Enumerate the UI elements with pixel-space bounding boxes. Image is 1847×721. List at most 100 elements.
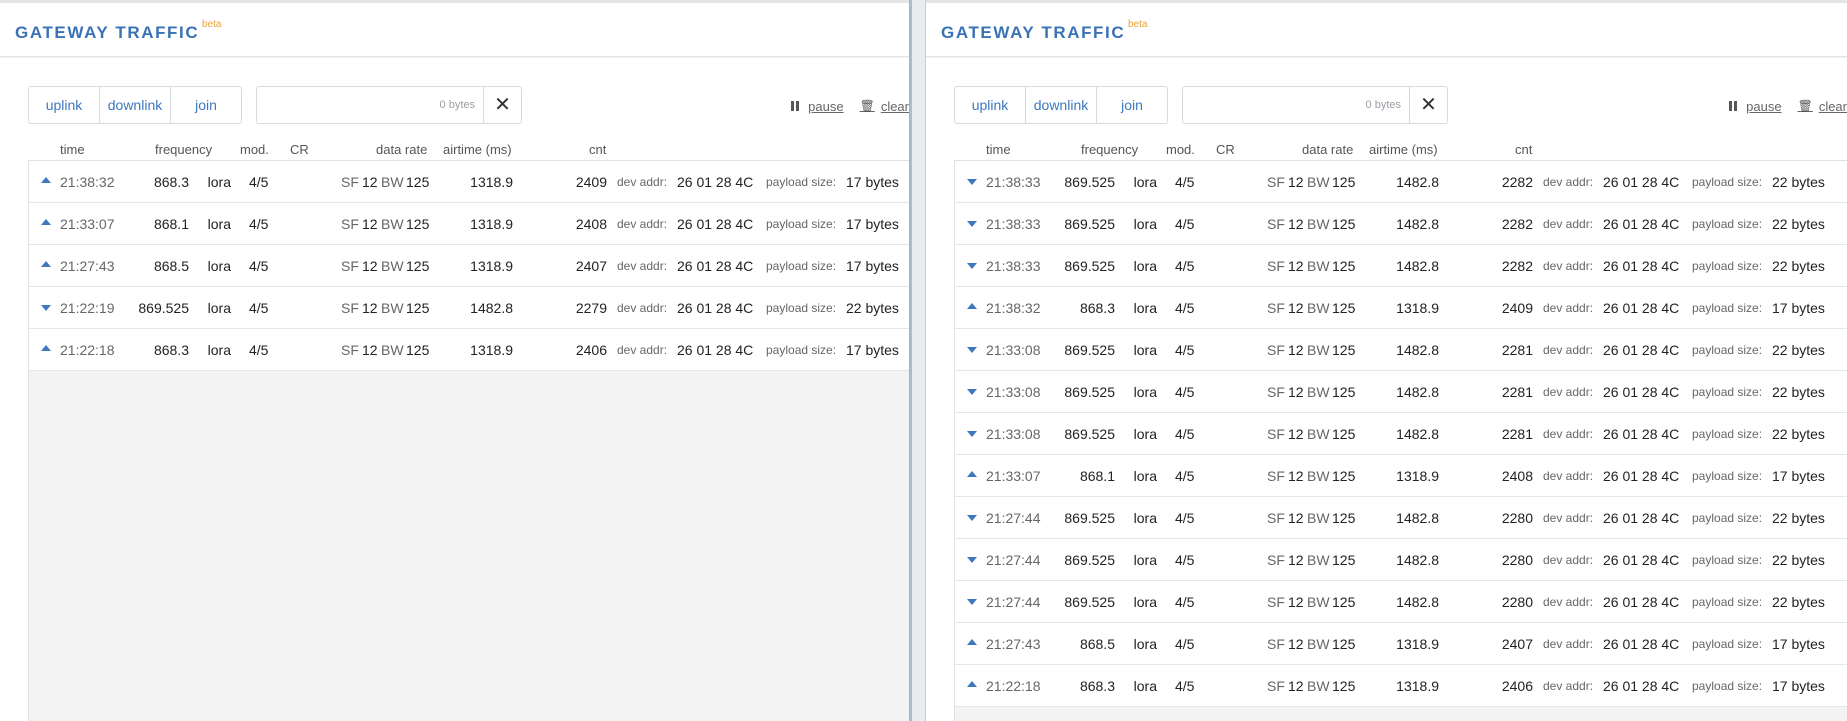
table-row[interactable]: 21:27:43 868.5 lora 4/5 SF 12 BW 125 1318.9 2407 d… xyxy=(955,623,1847,665)
row-payload: 22 bytes xyxy=(1772,216,1825,232)
row-devaddr-label: dev addr: xyxy=(617,343,668,357)
table-row[interactable]: 21:38:33 869.525 lora 4/5 SF 12 BW 125 1482.8 228… xyxy=(955,203,1847,245)
table-row[interactable]: 21:38:32 868.3 lora 4/5 SF 12 BW 125 1318.9 2409 d… xyxy=(955,287,1847,329)
downlink-arrow-icon xyxy=(967,263,977,269)
close-icon[interactable]: ✕ xyxy=(1409,87,1447,123)
row-airtime: 1318.9 xyxy=(1396,636,1439,652)
panel-header: GATEWAY TRAFFIC beta xyxy=(0,0,909,57)
row-payload-label: payload size: xyxy=(1692,595,1763,609)
row-sf-label: SF xyxy=(1267,216,1285,232)
col-frequency: frequency xyxy=(155,142,213,157)
row-mod: lora xyxy=(1133,510,1157,526)
row-payload: 22 bytes xyxy=(1772,342,1825,358)
row-cr: 4/5 xyxy=(1175,426,1195,442)
row-sf-label: SF xyxy=(1267,510,1285,526)
row-payload: 17 bytes xyxy=(846,342,899,358)
row-devaddr-label: dev addr: xyxy=(1543,217,1594,231)
row-sf-label: SF xyxy=(341,342,359,358)
close-icon[interactable]: ✕ xyxy=(483,87,521,123)
clear-button[interactable]: 🗑 clear xyxy=(860,99,909,114)
table-row[interactable]: 21:38:33 869.525 lora 4/5 SF 12 BW 125 1482.8 228… xyxy=(955,245,1847,287)
payload-filter-input[interactable] xyxy=(257,87,485,123)
join-filter-button[interactable]: join xyxy=(171,87,241,123)
row-payload: 22 bytes xyxy=(1772,258,1825,274)
table-row[interactable]: 21:27:44 869.525 lora 4/5 SF 12 BW 125 1482.8 228… xyxy=(955,581,1847,623)
clear-button[interactable]: 🗑 clear xyxy=(1798,99,1847,114)
table-row[interactable]: 21:22:18 868.3 lora 4/5 SF 12 BW 125 1318.9 2406 d… xyxy=(29,329,909,371)
row-cr: 4/5 xyxy=(249,258,269,274)
table-row[interactable]: 21:33:07 868.1 lora 4/5 SF 12 BW 125 1318.9 2408 d… xyxy=(955,455,1847,497)
row-airtime: 1318.9 xyxy=(1396,468,1439,484)
table-row[interactable]: 21:38:33 869.525 lora 4/5 SF 12 BW 125 1482.8 228… xyxy=(955,161,1847,203)
pause-button[interactable]: pause xyxy=(1729,99,1782,114)
row-bw: 125 xyxy=(1332,174,1356,190)
row-payload: 22 bytes xyxy=(846,300,899,316)
row-bw: 125 xyxy=(1332,594,1356,610)
uplink-filter-button[interactable]: uplink xyxy=(955,87,1026,123)
row-frequency: 869.525 xyxy=(1064,216,1115,232)
table-row[interactable]: 21:33:08 869.525 lora 4/5 SF 12 BW 125 1482.8 228… xyxy=(955,413,1847,455)
downlink-arrow-icon xyxy=(967,389,977,395)
join-filter-button[interactable]: join xyxy=(1097,87,1167,123)
row-frequency: 869.525 xyxy=(1064,426,1115,442)
row-airtime: 1318.9 xyxy=(470,174,513,190)
col-datarate: data rate xyxy=(376,142,428,157)
uplink-arrow-icon xyxy=(967,471,977,477)
row-frequency: 869.525 xyxy=(1064,258,1115,274)
row-bw-label: BW xyxy=(1307,384,1330,400)
table-row[interactable]: 21:22:19 869.525 lora 4/5 SF 12 BW 125 1482.8 227… xyxy=(29,287,909,329)
table-row[interactable]: 21:33:07 868.1 lora 4/5 SF 12 BW 125 1318.9 2408 d… xyxy=(29,203,909,245)
row-cnt: 2281 xyxy=(1501,342,1533,358)
downlink-filter-button[interactable]: downlink xyxy=(1026,87,1097,123)
row-cnt: 2406 xyxy=(575,342,607,358)
row-payload-label: payload size: xyxy=(1692,385,1763,399)
traffic-table: 21:38:33 869.525 lora 4/5 SF 12 BW 125 1482.8 228… xyxy=(954,160,1847,721)
panel-body: uplink downlink join ✕ pause 🗑 clear tim… xyxy=(926,58,1847,721)
row-mod: lora xyxy=(1133,174,1157,190)
row-payload-label: payload size: xyxy=(766,301,837,315)
row-mod: lora xyxy=(1133,216,1157,232)
row-airtime: 1482.8 xyxy=(470,300,513,316)
clear-label: clear xyxy=(1818,98,1847,114)
row-devaddr-label: dev addr: xyxy=(1543,175,1594,189)
row-devaddr-label: dev addr: xyxy=(617,217,668,231)
table-row[interactable]: 21:22:18 868.3 lora 4/5 SF 12 BW 125 1318.9 2406 d… xyxy=(955,665,1847,707)
row-frequency: 868.5 xyxy=(1079,636,1115,652)
table-row[interactable]: 21:27:43 868.5 lora 4/5 SF 12 BW 125 1318.9 2407 d… xyxy=(29,245,909,287)
row-mod: lora xyxy=(1133,258,1157,274)
row-cnt: 2281 xyxy=(1501,426,1533,442)
row-mod: lora xyxy=(1133,384,1157,400)
row-sf-label: SF xyxy=(1267,678,1285,694)
row-devaddr: 26 01 28 4C xyxy=(677,258,754,274)
table-row[interactable]: 21:33:08 869.525 lora 4/5 SF 12 BW 125 1482.8 228… xyxy=(955,371,1847,413)
uplink-filter-button[interactable]: uplink xyxy=(29,87,100,123)
table-row[interactable]: 21:27:44 869.525 lora 4/5 SF 12 BW 125 1482.8 228… xyxy=(955,497,1847,539)
row-devaddr-label: dev addr: xyxy=(1543,595,1594,609)
row-mod: lora xyxy=(1133,300,1157,316)
row-payload: 17 bytes xyxy=(846,174,899,190)
row-frequency: 868.3 xyxy=(1079,300,1115,316)
row-devaddr: 26 01 28 4C xyxy=(1603,510,1680,526)
page-title: GATEWAY TRAFFIC xyxy=(15,23,200,42)
row-mod: lora xyxy=(1133,594,1157,610)
table-row[interactable]: 21:38:32 868.3 lora 4/5 SF 12 BW 125 1318.9 2409 d… xyxy=(29,161,909,203)
row-cnt: 2280 xyxy=(1501,594,1533,610)
pause-button[interactable]: pause xyxy=(791,99,844,114)
payload-filter-input[interactable] xyxy=(1183,87,1411,123)
row-cnt: 2280 xyxy=(1501,510,1533,526)
row-payload-label: payload size: xyxy=(1692,217,1763,231)
row-payload: 22 bytes xyxy=(1772,384,1825,400)
row-sf: 12 xyxy=(1288,384,1304,400)
row-mod: lora xyxy=(1133,636,1157,652)
row-payload: 17 bytes xyxy=(1772,636,1825,652)
row-airtime: 1318.9 xyxy=(1396,678,1439,694)
uplink-arrow-icon xyxy=(967,681,977,687)
downlink-filter-button[interactable]: downlink xyxy=(100,87,171,123)
table-row[interactable]: 21:27:44 869.525 lora 4/5 SF 12 BW 125 1482.8 228… xyxy=(955,539,1847,581)
table-row[interactable]: 21:33:08 869.525 lora 4/5 SF 12 BW 125 1482.8 228… xyxy=(955,329,1847,371)
row-bw: 125 xyxy=(1332,678,1356,694)
row-payload-label: payload size: xyxy=(1692,469,1763,483)
split-divider[interactable] xyxy=(910,0,925,721)
row-sf-label: SF xyxy=(341,174,359,190)
row-airtime: 1482.8 xyxy=(1396,258,1439,274)
